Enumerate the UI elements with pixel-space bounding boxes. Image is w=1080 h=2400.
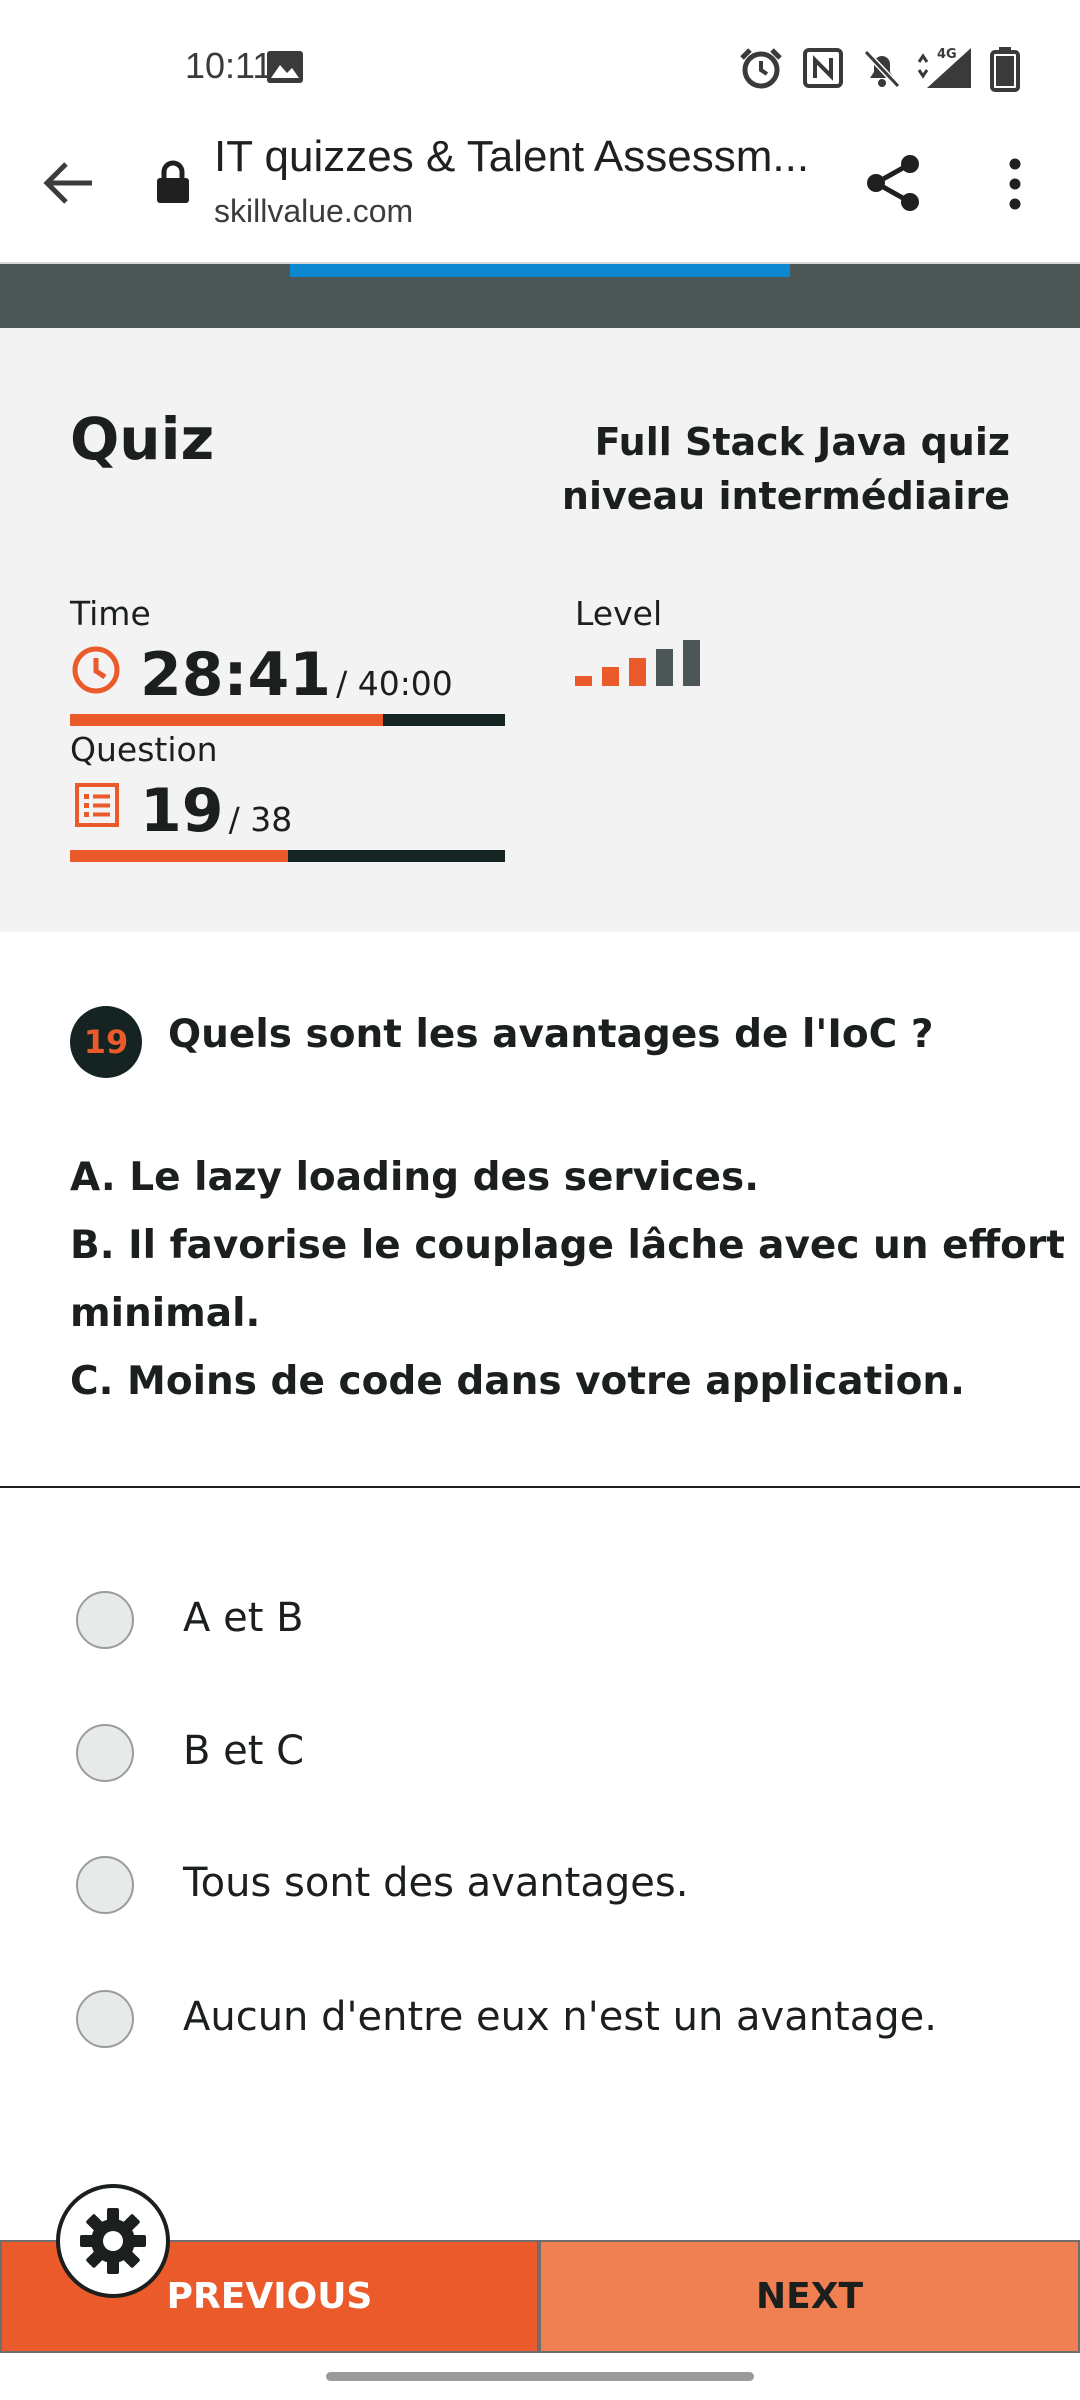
answer-option[interactable]: Tous sont des avantages.: [0, 1832, 1080, 1942]
lock-icon[interactable]: [155, 160, 191, 204]
question-divider: [0, 1486, 1080, 1488]
nfc-icon: [803, 48, 843, 88]
share-icon[interactable]: [864, 152, 924, 214]
time-progress-fill: [70, 714, 384, 726]
settings-button[interactable]: [56, 2184, 170, 2298]
quiz-heading: Quiz: [70, 405, 215, 473]
signal-4g-icon: 4G: [917, 47, 971, 88]
back-arrow-icon[interactable]: [40, 158, 96, 208]
answer-option[interactable]: B et C: [0, 1700, 1080, 1810]
level-bar: [683, 640, 700, 686]
status-time: 10:11: [185, 45, 273, 86]
image-icon: [267, 51, 303, 83]
question-counter: 19 / 38: [140, 776, 292, 846]
time-label: Time: [70, 594, 151, 633]
time-progress-bar: [70, 714, 505, 726]
clock-icon: [72, 646, 120, 694]
statement-line: A. Le lazy loading des services.: [70, 1155, 760, 1200]
more-vert-icon[interactable]: [1000, 156, 1030, 212]
gesture-nav-handle[interactable]: [326, 2372, 754, 2381]
level-label: Level: [575, 594, 663, 633]
question-total: / 38: [228, 800, 293, 839]
page-title[interactable]: IT quizzes & Talent Assessm...: [214, 132, 814, 182]
answer-radio[interactable]: [76, 1856, 134, 1914]
time-remaining: 28:41: [140, 640, 331, 710]
question-text: Quels sont les avantages de l'IoC ?: [168, 1012, 934, 1057]
level-bar: [602, 667, 619, 686]
answer-label[interactable]: Tous sont des avantages.: [183, 1860, 688, 1906]
answer-radio[interactable]: [76, 1724, 134, 1782]
question-progress-bar: [70, 850, 505, 862]
answer-radio[interactable]: [76, 1591, 134, 1649]
gear-icon: [80, 2208, 146, 2274]
time-readout: 28:41 / 40:00: [140, 640, 453, 710]
network-type-label: 4G: [937, 47, 957, 62]
bell-off-icon: [863, 49, 901, 89]
statement-line: B. Il favorise le couplage lâche avec un…: [70, 1223, 1065, 1268]
next-button[interactable]: NEXT: [539, 2240, 1080, 2353]
question-current: 19: [140, 776, 224, 846]
quiz-name: Full Stack Java quiz niveau intermédiair…: [561, 420, 1010, 518]
answer-option[interactable]: A et B: [0, 1567, 1080, 1677]
answer-label[interactable]: A et B: [183, 1595, 304, 1641]
statement-line: minimal.: [70, 1291, 261, 1336]
answer-label[interactable]: Aucun d'entre eux n'est un avantage.: [183, 1994, 937, 2040]
level-bar: [656, 649, 673, 686]
question-number-badge: 19: [70, 1006, 142, 1078]
question-list-icon: [75, 783, 119, 827]
page-domain[interactable]: skillvalue.com: [214, 193, 413, 230]
question-progress-fill: [70, 850, 288, 862]
level-bar: [629, 658, 646, 686]
time-total: / 40:00: [336, 664, 453, 703]
statement-line: C. Moins de code dans votre application.: [70, 1359, 965, 1404]
battery-icon: [990, 47, 1020, 92]
answer-radio[interactable]: [76, 1990, 134, 2048]
level-bars-icon: [575, 640, 700, 686]
header-progress-indicator: [290, 264, 790, 277]
question-label: Question: [70, 730, 218, 769]
alarm-icon: [740, 48, 782, 89]
answer-label[interactable]: B et C: [183, 1728, 304, 1774]
answer-option[interactable]: Aucun d'entre eux n'est un avantage.: [0, 1966, 1080, 2076]
level-bar: [575, 676, 592, 686]
